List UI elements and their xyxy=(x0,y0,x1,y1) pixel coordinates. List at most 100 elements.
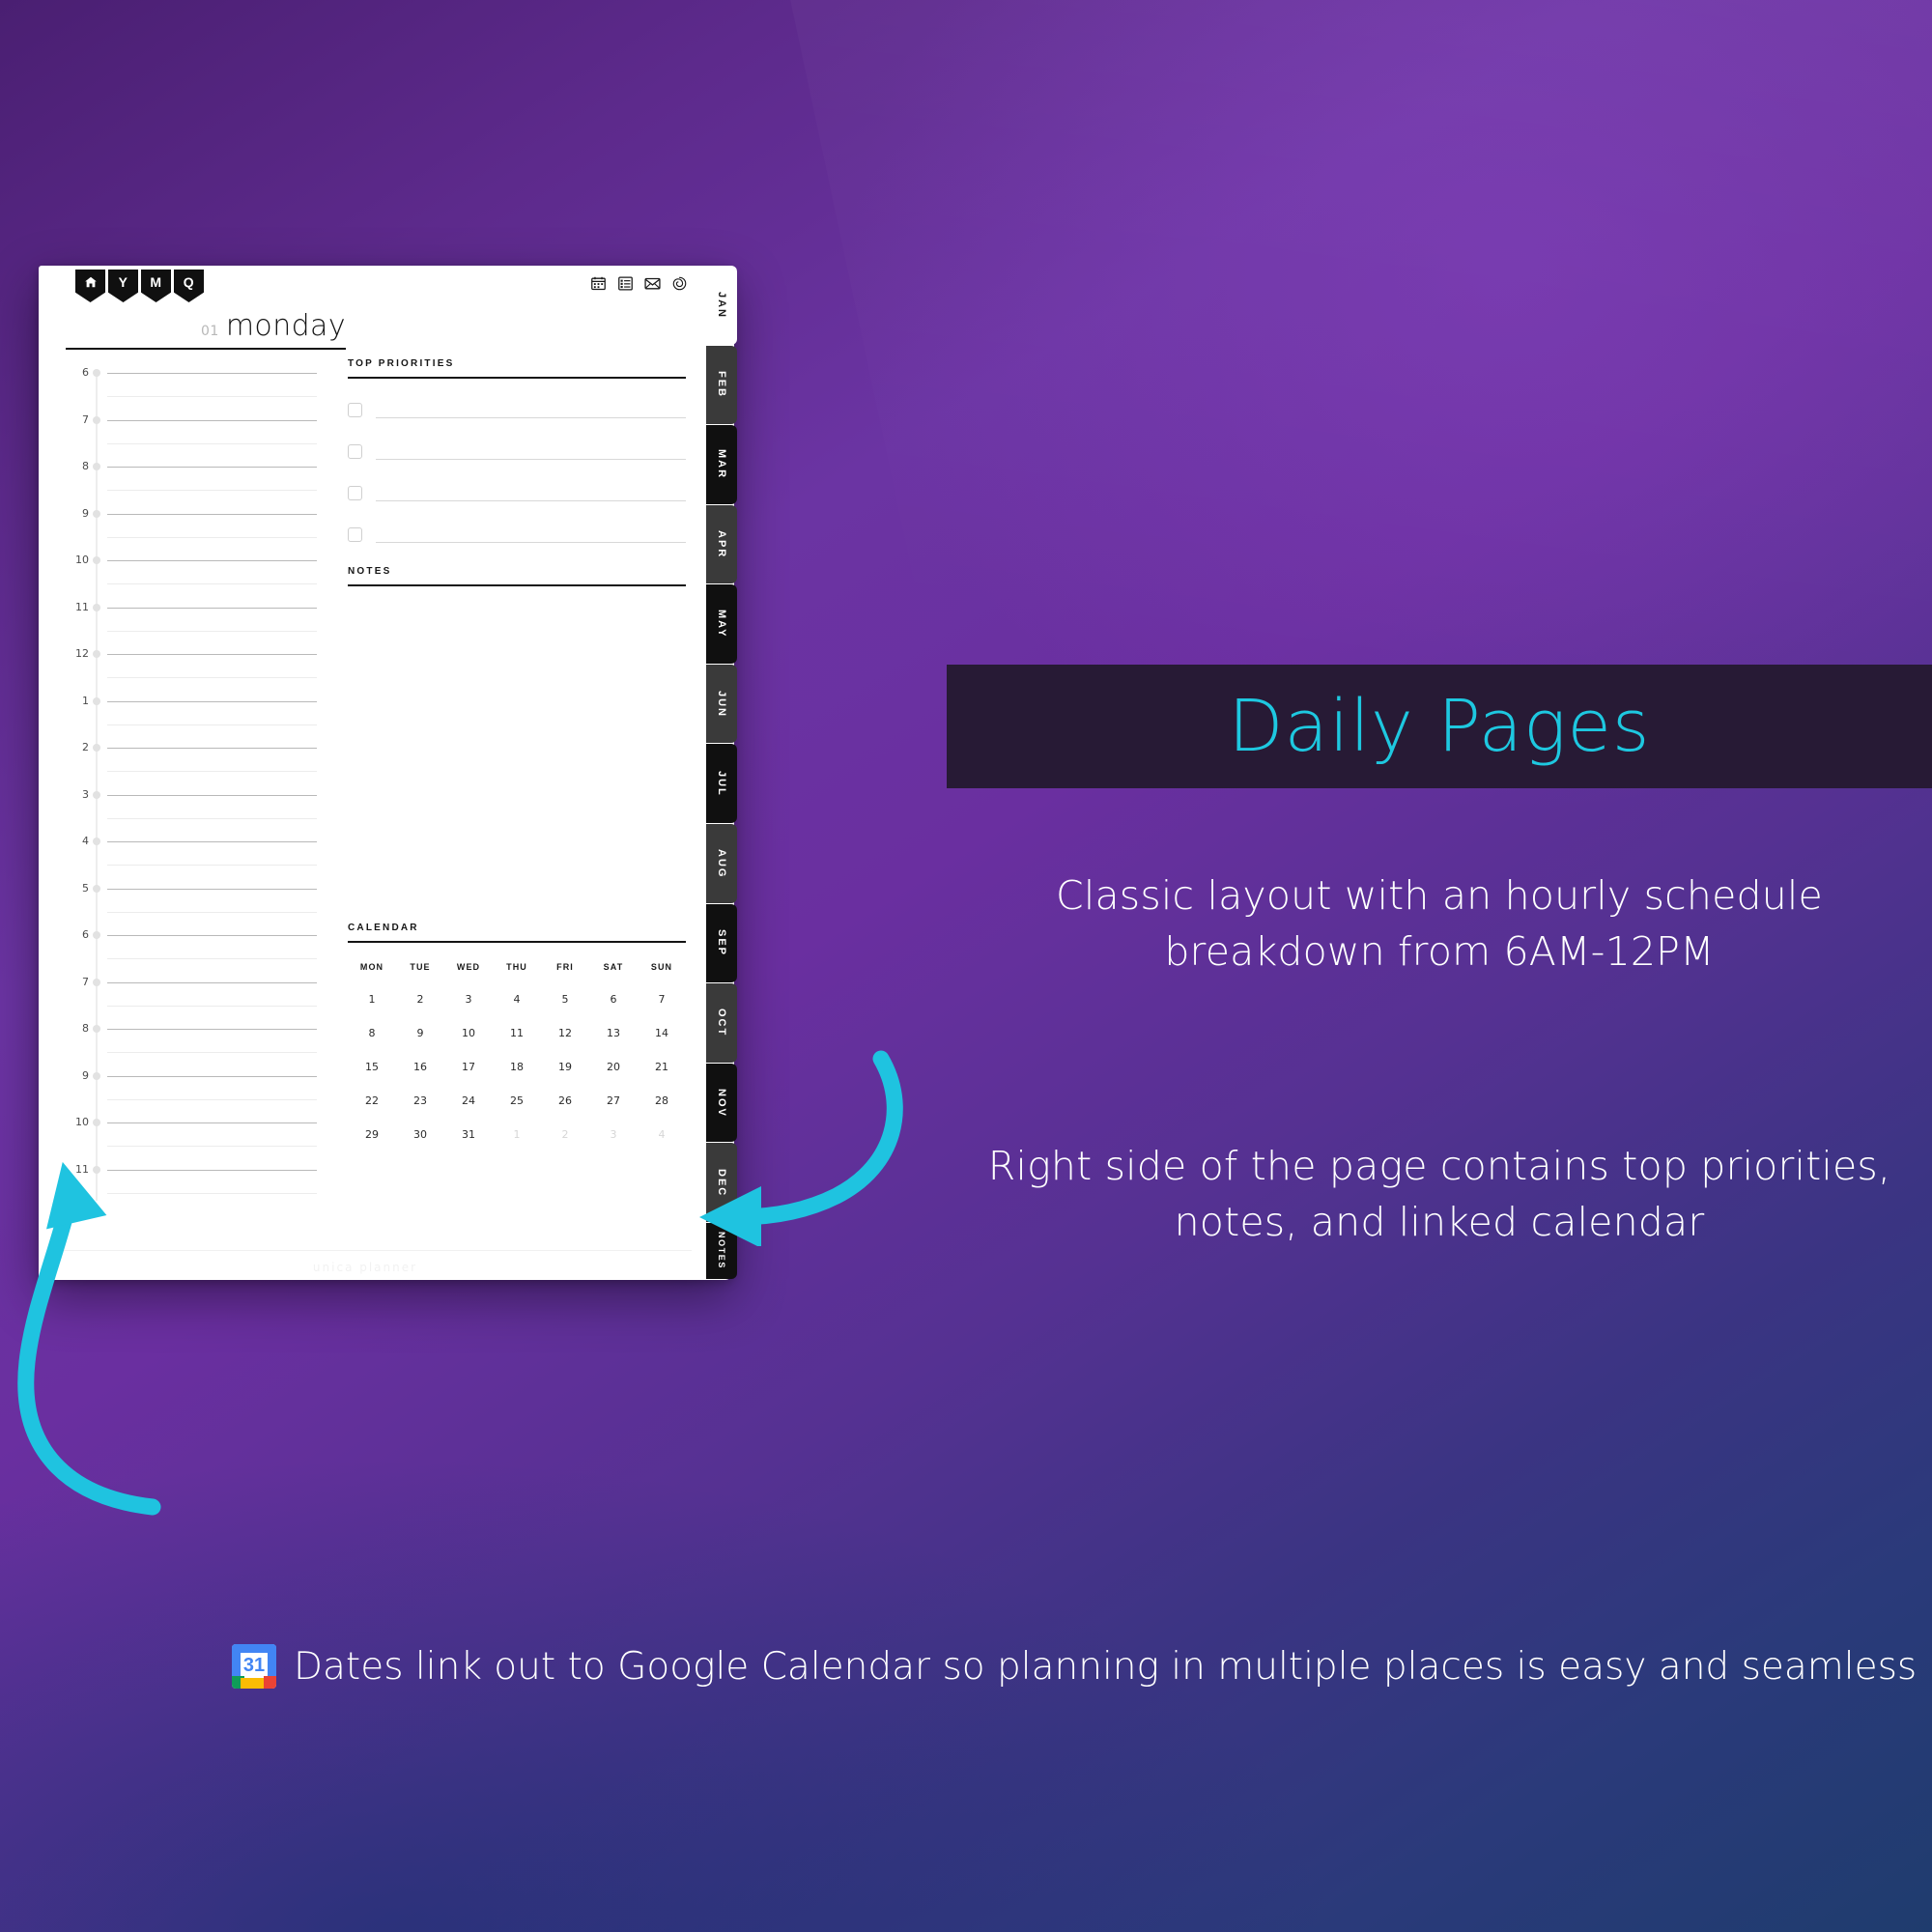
schedule-half-hour-line[interactable] xyxy=(107,771,317,773)
calendar-date-cell[interactable]: 31 xyxy=(444,1128,493,1162)
schedule-half-hour-line[interactable] xyxy=(107,536,317,538)
schedule-hour-row[interactable]: 2 xyxy=(64,741,323,753)
schedule-half-hour-line[interactable] xyxy=(107,865,317,867)
calendar-date-cell[interactable]: 16 xyxy=(396,1061,444,1094)
calendar-date-cell[interactable]: 10 xyxy=(444,1027,493,1061)
calendar-heading: CALENDAR xyxy=(348,923,419,933)
calendar-date-cell[interactable]: 9 xyxy=(396,1027,444,1061)
schedule-hour-row[interactable]: 6 xyxy=(64,928,323,941)
month-tab-aug[interactable]: AUG xyxy=(706,824,737,903)
schedule-hour-row[interactable]: 12 xyxy=(64,647,323,660)
calendar-date-cell[interactable]: 3 xyxy=(444,993,493,1027)
schedule-hour-row[interactable]: 4 xyxy=(64,835,323,847)
priority-write-line[interactable] xyxy=(376,542,686,543)
month-tab-jul[interactable]: JUL xyxy=(706,744,737,824)
schedule-hour-row[interactable]: 6 xyxy=(64,366,323,379)
schedule-half-hour-line[interactable] xyxy=(107,817,317,819)
calendar-date-cell[interactable]: 18 xyxy=(493,1061,541,1094)
priority-checkbox[interactable] xyxy=(348,403,362,417)
schedule-hour-row[interactable]: 3 xyxy=(64,788,323,801)
schedule-hour-row[interactable]: 9 xyxy=(64,1069,323,1082)
month-tab-sep[interactable]: SEP xyxy=(706,903,737,983)
priority-write-line[interactable] xyxy=(376,500,686,501)
notes-writing-area[interactable] xyxy=(348,586,686,915)
calendar-icon[interactable] xyxy=(590,275,607,292)
calendar-date-cell[interactable]: 11 xyxy=(493,1027,541,1061)
priority-row[interactable] xyxy=(348,525,686,545)
priority-write-line[interactable] xyxy=(376,417,686,418)
schedule-hour-row[interactable]: 7 xyxy=(64,976,323,988)
schedule-hour-row[interactable]: 8 xyxy=(64,1022,323,1035)
priority-row[interactable] xyxy=(348,441,686,462)
schedule-half-hour-line[interactable] xyxy=(107,630,317,632)
calendar-date-cell[interactable]: 1 xyxy=(493,1128,541,1162)
calendar-date-cell[interactable]: 23 xyxy=(396,1094,444,1128)
nav-tab-year[interactable]: Y xyxy=(108,270,138,302)
notes-heading: NOTES xyxy=(348,566,392,577)
list-icon[interactable] xyxy=(617,275,634,292)
feature-paragraph-2: Right side of the page contains top prio… xyxy=(987,1143,1891,1246)
month-tab-jan[interactable]: JAN xyxy=(706,266,737,345)
calendar-date-cell[interactable]: 29 xyxy=(348,1128,396,1162)
calendar-date-cell[interactable]: 4 xyxy=(493,993,541,1027)
priority-row[interactable] xyxy=(348,483,686,503)
calendar-date-cell[interactable]: 6 xyxy=(589,993,638,1027)
month-tab-apr[interactable]: APR xyxy=(706,504,737,584)
schedule-half-hour-line[interactable] xyxy=(107,958,317,960)
calendar-date-cell[interactable]: 30 xyxy=(396,1128,444,1162)
priority-checkbox[interactable] xyxy=(348,527,362,542)
schedule-half-hour-line[interactable] xyxy=(107,442,317,444)
calendar-date-cell[interactable]: 5 xyxy=(541,993,589,1027)
month-tab-jun[interactable]: JUN xyxy=(706,664,737,744)
calendar-date-cell[interactable]: 2 xyxy=(541,1128,589,1162)
schedule-hour-row[interactable]: 8 xyxy=(64,460,323,472)
calendar-date-cell[interactable]: 3 xyxy=(589,1128,638,1162)
calendar-date-cell[interactable]: 2 xyxy=(396,993,444,1027)
calendar-date-cell[interactable]: 15 xyxy=(348,1061,396,1094)
nav-tab-month[interactable]: M xyxy=(141,270,171,302)
mail-icon[interactable] xyxy=(644,275,661,292)
month-tab-may[interactable]: MAY xyxy=(706,584,737,664)
schedule-half-hour-line[interactable] xyxy=(107,1052,317,1054)
calendar-date-cell[interactable]: 26 xyxy=(541,1094,589,1128)
schedule-hour-row[interactable]: 11 xyxy=(64,601,323,613)
schedule-half-hour-line[interactable] xyxy=(107,1098,317,1100)
schedule-hour-label: 1 xyxy=(82,694,89,707)
calendar-date-cell[interactable]: 7 xyxy=(638,993,686,1027)
spiral-icon[interactable] xyxy=(671,275,688,292)
calendar-date-cell[interactable]: 12 xyxy=(541,1027,589,1061)
calendar-date-cell[interactable]: 13 xyxy=(589,1027,638,1061)
calendar-date-cell[interactable]: 1 xyxy=(348,993,396,1027)
priority-checkbox[interactable] xyxy=(348,486,362,500)
priority-write-line[interactable] xyxy=(376,459,686,460)
calendar-date-cell[interactable]: 20 xyxy=(589,1061,638,1094)
schedule-hour-row[interactable]: 7 xyxy=(64,413,323,426)
schedule-hour-label: 9 xyxy=(82,506,89,520)
schedule-hour-row[interactable]: 9 xyxy=(64,507,323,520)
schedule-hour-row[interactable]: 5 xyxy=(64,882,323,895)
priority-checkbox[interactable] xyxy=(348,444,362,459)
nav-tab-quarter[interactable]: Q xyxy=(174,270,204,302)
month-tab-feb[interactable]: FEB xyxy=(706,345,737,425)
schedule-half-hour-line[interactable] xyxy=(107,1005,317,1007)
schedule-hour-row[interactable]: 1 xyxy=(64,695,323,707)
schedule-half-hour-line[interactable] xyxy=(107,396,317,398)
month-tab-mar[interactable]: MAR xyxy=(706,425,737,504)
schedule-half-hour-line[interactable] xyxy=(107,911,317,913)
schedule-half-hour-line[interactable] xyxy=(107,677,317,679)
priority-row[interactable] xyxy=(348,400,686,420)
schedule-hour-row[interactable]: 10 xyxy=(64,554,323,566)
calendar-date-cell[interactable]: 8 xyxy=(348,1027,396,1061)
calendar-date-cell[interactable]: 25 xyxy=(493,1094,541,1128)
schedule-hour-row[interactable]: 10 xyxy=(64,1116,323,1128)
schedule-half-hour-line[interactable] xyxy=(107,490,317,492)
calendar-date-cell[interactable]: 19 xyxy=(541,1061,589,1094)
calendar-date-cell[interactable]: 24 xyxy=(444,1094,493,1128)
schedule-half-hour-line[interactable] xyxy=(107,724,317,725)
calendar-date-cell[interactable]: 17 xyxy=(444,1061,493,1094)
nav-tab-home[interactable] xyxy=(75,270,105,302)
calendar-date-cell[interactable]: 22 xyxy=(348,1094,396,1128)
schedule-hour-dot xyxy=(93,931,100,939)
schedule-half-hour-line[interactable] xyxy=(107,583,317,585)
calendar-date-cell[interactable]: 27 xyxy=(589,1094,638,1128)
